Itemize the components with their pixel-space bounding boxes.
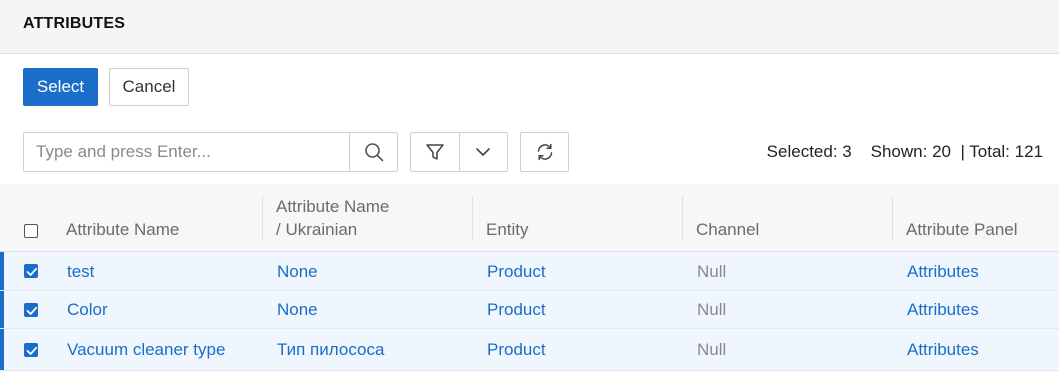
search-button[interactable] <box>349 133 398 171</box>
column-header-label: Attribute Name <box>276 197 390 216</box>
filter-button[interactable] <box>411 133 460 171</box>
record-counts: Selected: 3 Shown: 20 | Total: 121 <box>767 142 1043 162</box>
shown-count: Shown: 20 <box>870 142 951 161</box>
filter-group <box>410 132 508 172</box>
table-row[interactable]: Vacuum cleaner type Тип пилососа Product… <box>0 329 1059 371</box>
column-header-label: Channel <box>696 220 760 239</box>
table-row[interactable]: Color None Product Null Attributes <box>0 291 1059 329</box>
column-header-attribute-name-ukrainian[interactable]: Attribute Name / Ukrainian <box>276 195 389 241</box>
row-checkbox[interactable] <box>24 264 38 278</box>
selection-marker <box>0 329 4 370</box>
table-header: Attribute Name Attribute Name / Ukrainia… <box>0 184 1059 252</box>
attribute-name-uk-link[interactable]: None <box>277 262 318 282</box>
attribute-name-link[interactable]: Color <box>67 300 108 320</box>
attribute-panel-link[interactable]: Attributes <box>907 340 979 360</box>
refresh-icon <box>537 143 552 161</box>
column-divider[interactable] <box>472 196 473 240</box>
total-count: | Total: 121 <box>960 142 1043 161</box>
select-button[interactable]: Select <box>23 68 98 106</box>
channel-value: Null <box>697 340 727 359</box>
column-header-label: Attribute Panel <box>906 220 1018 239</box>
cancel-button[interactable]: Cancel <box>109 68 189 106</box>
attribute-panel-link[interactable]: Attributes <box>907 300 979 320</box>
column-header-attribute-name[interactable]: Attribute Name <box>66 218 179 241</box>
column-header-entity[interactable]: Entity <box>486 218 529 241</box>
filter-icon <box>426 144 444 160</box>
attribute-name-link[interactable]: Vacuum cleaner type <box>67 340 225 360</box>
row-checkbox[interactable] <box>24 343 38 357</box>
column-header-channel[interactable]: Channel <box>696 218 759 241</box>
column-header-label: Entity <box>486 220 529 239</box>
search-box <box>23 132 398 172</box>
select-all-checkbox[interactable] <box>24 224 38 238</box>
entity-link[interactable]: Product <box>487 340 546 360</box>
selected-count: Selected: 3 <box>766 142 852 161</box>
table-row[interactable]: test None Product Null Attributes <box>0 252 1059 291</box>
refresh-button[interactable] <box>520 132 569 172</box>
checkmark-icon <box>26 346 38 355</box>
page-header: ATTRIBUTES <box>0 0 1059 54</box>
attribute-name-uk-link[interactable]: None <box>277 300 318 320</box>
attribute-name-link[interactable]: test <box>67 262 94 282</box>
filter-dropdown-button[interactable] <box>459 133 507 171</box>
column-header-label: Attribute Name <box>66 220 180 239</box>
checkmark-icon <box>26 306 38 315</box>
column-header-attribute-panel[interactable]: Attribute Panel <box>906 218 1018 241</box>
attribute-name-uk-link[interactable]: Тип пилососа <box>277 340 384 360</box>
attribute-panel-link[interactable]: Attributes <box>907 262 979 282</box>
channel-value: Null <box>697 262 727 281</box>
column-divider[interactable] <box>262 196 263 240</box>
search-input[interactable] <box>24 133 349 171</box>
entity-link[interactable]: Product <box>487 300 546 320</box>
chevron-down-icon <box>476 148 490 156</box>
selection-marker <box>0 252 4 290</box>
page-title: ATTRIBUTES <box>23 15 126 32</box>
column-divider[interactable] <box>892 196 893 240</box>
checkmark-icon <box>26 267 38 276</box>
entity-link[interactable]: Product <box>487 262 546 282</box>
channel-value: Null <box>697 300 727 319</box>
search-icon <box>365 143 384 162</box>
column-divider[interactable] <box>682 196 683 240</box>
row-checkbox[interactable] <box>24 303 38 317</box>
column-header-label-line2: / Ukrainian <box>276 220 358 239</box>
selection-marker <box>0 291 4 328</box>
